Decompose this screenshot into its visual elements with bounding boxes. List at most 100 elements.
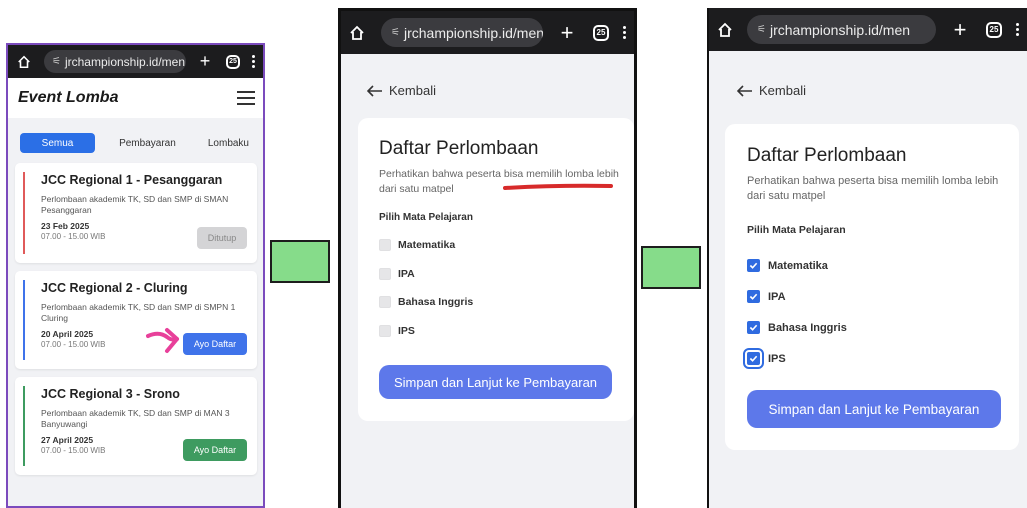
- event-title: JCC Regional 2 - Cluring: [41, 281, 188, 295]
- tab-semua[interactable]: Semua: [20, 133, 95, 153]
- home-icon[interactable]: [16, 54, 32, 70]
- page-title: Event Lomba: [18, 89, 119, 106]
- event-title: JCC Regional 1 - Pesanggaran: [41, 173, 223, 187]
- subject-name: Matematika: [768, 259, 828, 272]
- form-description: Perhatikan bahwa peserta bisa memilih lo…: [379, 168, 619, 195]
- subject-name: IPA: [768, 290, 786, 303]
- back-label: Kembali: [759, 83, 806, 98]
- menu-icon[interactable]: [1016, 23, 1019, 36]
- registration-form-screen-empty: ⚟ jrchampionship.id/men + 25 Kembali Daf…: [338, 8, 637, 508]
- form-title: Daftar Perlombaan: [747, 145, 907, 166]
- plus-icon[interactable]: +: [196, 51, 214, 72]
- subject-name: IPS: [398, 325, 415, 337]
- back-label: Kembali: [389, 83, 436, 98]
- checkbox-checked[interactable]: [747, 259, 760, 272]
- registration-form-screen-filled: ⚟ jrchampionship.id/men + 25 Kembali Daf…: [707, 8, 1027, 508]
- check-icon: [749, 293, 758, 300]
- event-description: Perlombaan akademik TK, SD dan SMP di MA…: [41, 408, 230, 429]
- subject-name: Bahasa Inggris: [398, 296, 474, 308]
- tabs-icon[interactable]: 25: [226, 54, 240, 69]
- back-arrow-icon: [367, 84, 383, 97]
- event-card: JCC Regional 1 - Pesanggaran Perlombaan …: [15, 163, 257, 263]
- subject-option-bahasa-inggris[interactable]: Bahasa Inggris: [379, 296, 473, 308]
- menu-icon[interactable]: [623, 26, 626, 39]
- home-icon[interactable]: [717, 22, 733, 38]
- subject-option-ips[interactable]: IPS: [743, 348, 786, 369]
- red-underline-annotation: [503, 183, 613, 190]
- checkbox[interactable]: [379, 325, 391, 337]
- tabs-icon[interactable]: 25: [986, 21, 1002, 38]
- pink-arrow-annotation-icon: [146, 328, 179, 353]
- plus-icon[interactable]: +: [950, 17, 970, 43]
- subject-option-ipa[interactable]: IPA: [747, 290, 786, 303]
- checkbox-checked-focused[interactable]: [743, 348, 764, 369]
- filter-tabs: Semua Pembayaran Lombaku: [8, 133, 263, 153]
- plus-icon[interactable]: +: [557, 20, 577, 46]
- tab-lombaku[interactable]: Lombaku: [208, 138, 249, 149]
- event-card: JCC Regional 3 - Srono Perlombaan akadem…: [15, 377, 257, 475]
- checkbox[interactable]: [379, 239, 391, 251]
- subject-option-matematika[interactable]: Matematika: [379, 239, 455, 251]
- subject-name: IPA: [398, 268, 415, 280]
- checkbox[interactable]: [379, 296, 391, 308]
- tune-icon[interactable]: ⚟: [391, 27, 400, 38]
- tab-pembayaran[interactable]: Pembayaran: [119, 138, 176, 149]
- subject-option-matematika[interactable]: Matematika: [747, 259, 828, 272]
- closed-button: Ditutup: [197, 227, 247, 249]
- event-description: Perlombaan akademik TK, SD dan SMP di SM…: [41, 194, 229, 215]
- register-button[interactable]: Ayo Daftar: [183, 333, 247, 355]
- browser-toolbar: ⚟ jrchampionship.id/men + 25: [8, 45, 263, 78]
- tab-count: 25: [229, 58, 237, 65]
- check-icon: [749, 262, 758, 269]
- hamburger-icon[interactable]: [237, 91, 255, 105]
- url-text: jrchampionship.id/men: [403, 24, 543, 41]
- url-text: jrchampionship.id/men: [769, 21, 911, 38]
- back-arrow-icon: [737, 84, 753, 97]
- url-bar[interactable]: ⚟ jrchampionship.id/men: [381, 18, 543, 47]
- menu-icon[interactable]: [252, 55, 255, 68]
- check-icon: [749, 355, 758, 362]
- subject-name: IPS: [768, 352, 786, 365]
- event-title: JCC Regional 3 - Srono: [41, 387, 180, 401]
- tab-count: 25: [596, 28, 606, 37]
- url-bar[interactable]: ⚟ jrchampionship.id/men: [44, 50, 186, 73]
- url-text: jrchampionship.id/men: [64, 54, 186, 69]
- event-card: JCC Regional 2 - Cluring Perlombaan akad…: [15, 271, 257, 369]
- subject-name: Matematika: [398, 239, 456, 251]
- subject-option-ipa[interactable]: IPA: [379, 268, 415, 280]
- checkbox-checked[interactable]: [747, 321, 760, 334]
- registration-form-card: Daftar Perlombaan Perhatikan bahwa peser…: [725, 124, 1019, 450]
- browser-toolbar: ⚟ jrchampionship.id/men + 25: [709, 8, 1027, 51]
- home-icon[interactable]: [349, 25, 365, 41]
- save-and-pay-button[interactable]: Simpan dan Lanjut ke Pembayaran: [747, 390, 1001, 428]
- app-header: Event Lomba: [8, 78, 263, 118]
- subject-option-ips[interactable]: IPS: [379, 325, 415, 337]
- tune-icon[interactable]: ⚟: [757, 24, 766, 35]
- check-icon: [749, 324, 758, 331]
- subject-label: Pilih Mata Pelajaran: [747, 224, 846, 236]
- save-and-pay-button[interactable]: Simpan dan Lanjut ke Pembayaran: [379, 365, 612, 399]
- tab-count: 25: [989, 25, 999, 34]
- tabs-icon[interactable]: 25: [593, 24, 609, 41]
- card-accent-bar: [23, 172, 25, 254]
- subject-label: Pilih Mata Pelajaran: [379, 212, 473, 223]
- url-bar[interactable]: ⚟ jrchampionship.id/men: [747, 15, 936, 44]
- form-description: Perhatikan bahwa peserta bisa memilih lo…: [747, 175, 999, 202]
- form-title: Daftar Perlombaan: [379, 138, 539, 159]
- register-button[interactable]: Ayo Daftar: [183, 439, 247, 461]
- card-accent-bar: [23, 280, 25, 360]
- subject-name: Bahasa Inggris: [768, 321, 847, 334]
- card-accent-bar: [23, 386, 25, 466]
- checkbox[interactable]: [379, 268, 391, 280]
- registration-form-card: Daftar Perlombaan Perhatikan bahwa peser…: [358, 118, 634, 421]
- back-link[interactable]: Kembali: [737, 83, 806, 98]
- tune-icon[interactable]: ⚟: [52, 56, 61, 67]
- subject-option-bahasa-inggris[interactable]: Bahasa Inggris: [747, 321, 847, 334]
- back-link[interactable]: Kembali: [367, 83, 436, 98]
- checkbox-checked[interactable]: [747, 290, 760, 303]
- step-connector: [270, 240, 330, 283]
- browser-toolbar: ⚟ jrchampionship.id/men + 25: [341, 11, 634, 54]
- step-connector: [641, 246, 701, 289]
- event-list-screen: ⚟ jrchampionship.id/men + 25 Event Lomba…: [6, 43, 265, 508]
- event-description: Perlombaan akademik TK, SD dan SMP di SM…: [41, 302, 236, 323]
